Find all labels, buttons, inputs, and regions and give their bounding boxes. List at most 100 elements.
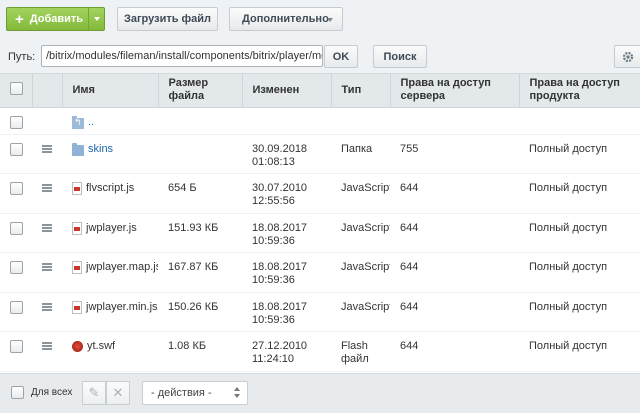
- search-button[interactable]: Поиск: [373, 45, 427, 68]
- upload-file-button[interactable]: Загрузить файл: [117, 7, 218, 31]
- edit-button[interactable]: ✎: [82, 381, 106, 405]
- file-perm-product: Полный доступ: [519, 252, 640, 293]
- plus-icon: +: [15, 10, 24, 28]
- file-type: JavaScript: [331, 213, 390, 253]
- file-name-link[interactable]: flvscript.js: [86, 182, 134, 195]
- add-dropdown-toggle[interactable]: [88, 8, 104, 30]
- js-file-icon: [72, 300, 82, 314]
- file-name-link[interactable]: jwplayer.map.js: [86, 261, 158, 274]
- file-name-link[interactable]: skins: [88, 143, 113, 156]
- path-input[interactable]: /bitrix/modules/fileman/install/componen…: [41, 45, 323, 67]
- file-perm-server: 644: [390, 331, 519, 372]
- row-checkbox[interactable]: [10, 115, 23, 129]
- file-modified: 27.12.2010 11:24:10: [242, 331, 331, 372]
- settings-button[interactable]: [614, 45, 640, 68]
- row-checkbox[interactable]: [10, 261, 23, 274]
- select-all-checkbox[interactable]: [10, 81, 23, 95]
- row-menu-icon[interactable]: [42, 223, 52, 232]
- swf-file-icon: [72, 341, 83, 352]
- path-label: Путь:: [8, 51, 36, 63]
- close-icon: ✕: [112, 385, 124, 400]
- add-button[interactable]: + Добавить: [6, 7, 105, 31]
- column-header-modified[interactable]: Изменен: [242, 74, 332, 108]
- file-type: JavaScript: [331, 173, 390, 214]
- select-all-header[interactable]: [0, 74, 33, 108]
- row-menu-icon[interactable]: [42, 302, 52, 311]
- column-header-size[interactable]: Размер файла: [158, 74, 243, 108]
- file-perm-server: 644: [390, 252, 519, 293]
- file-perm-server: 644: [390, 292, 519, 332]
- select-all-footer-checkbox[interactable]: [11, 386, 24, 399]
- table-row[interactable]: jwplayer.map.js 167.87 КБ 18.08.2017 10:5…: [0, 252, 640, 293]
- file-type: JavaScript: [331, 252, 390, 293]
- file-perm-server: 644: [390, 213, 519, 253]
- path-bar: Путь: /bitrix/modules/fileman/install/co…: [0, 42, 640, 72]
- updir-link[interactable]: ..: [88, 116, 94, 129]
- file-perm-product: Полный доступ: [519, 213, 640, 253]
- file-type: Flash файл: [331, 331, 390, 372]
- table-footer: Для всех ✎ ✕ - действия -: [0, 373, 640, 413]
- file-size: 1.08 КБ: [158, 331, 242, 372]
- file-name-link[interactable]: jwplayer.js: [86, 222, 137, 235]
- column-header-perm-server[interactable]: Права на доступ сервера: [390, 74, 520, 108]
- row-checkbox[interactable]: [10, 340, 23, 353]
- file-type: Папка: [331, 134, 390, 174]
- table-header: Имя Размер файла Изменен Тип Права на дос…: [0, 74, 640, 108]
- table-row[interactable]: yt.swf 1.08 КБ 27.12.2010 11:24:10 Flash ф…: [0, 331, 640, 372]
- file-perm-server: 644: [390, 173, 519, 214]
- folder-up-icon: [72, 115, 84, 129]
- file-name-link[interactable]: yt.swf: [87, 340, 115, 353]
- js-file-icon: [72, 182, 82, 195]
- column-header-name[interactable]: Имя: [62, 74, 159, 108]
- file-table: Имя Размер файла Изменен Тип Права на дос…: [0, 73, 640, 373]
- actions-select[interactable]: - действия -: [142, 381, 248, 405]
- delete-button[interactable]: ✕: [106, 381, 130, 405]
- folder-icon: [72, 142, 84, 156]
- file-name-link[interactable]: jwplayer.min.js: [86, 301, 158, 314]
- table-row[interactable]: jwplayer.min.js 150.26 КБ 18.08.2017 10:5…: [0, 292, 640, 332]
- table-row[interactable]: flvscript.js 654 Б 30.07.2010 12:55:56 Ja…: [0, 173, 640, 214]
- row-checkbox[interactable]: [10, 182, 23, 195]
- file-perm-product: Полный доступ: [519, 331, 640, 372]
- file-perm-product: Полный доступ: [519, 292, 640, 332]
- pencil-icon: ✎: [88, 385, 100, 400]
- table-row[interactable]: jwplayer.js 151.93 КБ 18.08.2017 10:59:36…: [0, 213, 640, 253]
- column-header-type[interactable]: Тип: [331, 74, 391, 108]
- row-menu-icon[interactable]: [42, 263, 52, 271]
- file-size: 167.87 КБ: [158, 252, 242, 293]
- actions-column-header: [32, 74, 63, 108]
- gear-icon: [622, 51, 634, 62]
- file-perm-product: Полный доступ: [519, 134, 640, 174]
- file-perm-server: 755: [390, 134, 519, 174]
- js-file-icon: [72, 221, 82, 235]
- row-menu-icon[interactable]: [42, 144, 52, 153]
- file-modified: 18.08.2017 10:59:36: [242, 252, 331, 293]
- file-modified: 30.09.2018 01:08:13: [242, 134, 331, 174]
- add-button-label: Добавить: [29, 13, 84, 25]
- chevron-down-icon: [93, 17, 100, 21]
- row-checkbox[interactable]: [10, 221, 23, 235]
- file-size: [158, 134, 242, 174]
- actions-select-value: - действия -: [151, 387, 212, 399]
- column-header-perm-product[interactable]: Права на доступ продукта: [519, 74, 640, 108]
- table-row-updir[interactable]: ..: [0, 107, 640, 135]
- more-button-label: Дополнительно: [242, 13, 329, 25]
- file-perm-product: Полный доступ: [519, 173, 640, 214]
- row-menu-icon[interactable]: [42, 184, 52, 192]
- chevron-down-icon: [327, 18, 333, 22]
- row-checkbox[interactable]: [10, 142, 23, 156]
- file-modified: 30.07.2010 12:55:56: [242, 173, 331, 214]
- toolbar: + Добавить Загрузить файл Дополнительно: [0, 0, 640, 38]
- file-size: 151.93 КБ: [158, 213, 242, 253]
- js-file-icon: [72, 261, 82, 274]
- row-menu-icon[interactable]: [42, 342, 52, 350]
- ok-button[interactable]: OK: [324, 45, 358, 68]
- row-checkbox[interactable]: [10, 300, 23, 314]
- file-size: 654 Б: [158, 173, 242, 214]
- file-size: 150.26 КБ: [158, 292, 242, 332]
- file-modified: 18.08.2017 10:59:36: [242, 213, 331, 253]
- more-button[interactable]: Дополнительно: [229, 7, 343, 31]
- table-row[interactable]: skins 30.09.2018 01:08:13 Папка 755 Полны…: [0, 134, 640, 174]
- select-all-label: Для всех: [31, 387, 73, 398]
- file-modified: 18.08.2017 10:59:36: [242, 292, 331, 332]
